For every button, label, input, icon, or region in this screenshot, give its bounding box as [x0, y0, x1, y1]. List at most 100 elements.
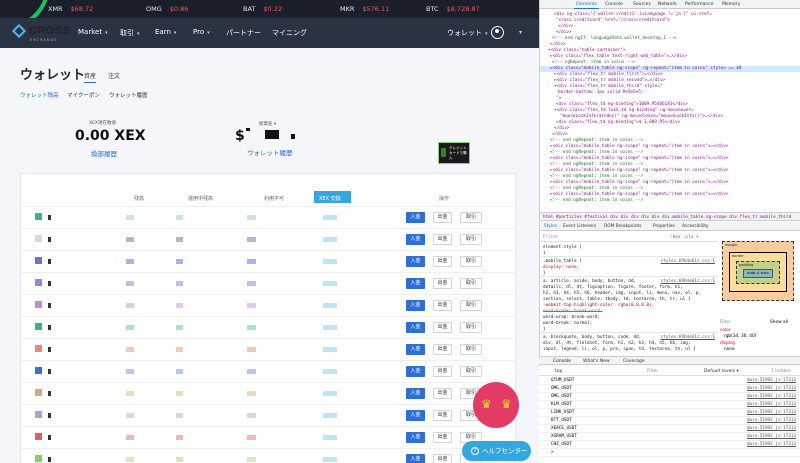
ticker-item[interactable]: BTC $8,728.87	[426, 5, 480, 13]
console-source-link[interactable]: main.51992.js:17313	[747, 418, 796, 424]
trade-button[interactable]: 取引	[460, 322, 482, 333]
tab-network[interactable]: Network	[658, 2, 677, 7]
withdraw-button[interactable]: 出金	[433, 454, 452, 463]
withdraw-button[interactable]: 出金	[433, 344, 452, 355]
deposit-button[interactable]: 入金	[406, 322, 425, 333]
ticker-item[interactable]: BAT $0.22	[243, 5, 282, 13]
deposit-button[interactable]: 入金	[406, 234, 425, 245]
stylesheet-source-link[interactable]: styles.69b4e61c.css:1	[661, 279, 715, 284]
festival-badge[interactable]: ♛ ♛	[473, 382, 526, 428]
buy-with-credit-card-button[interactable]: クレジットカードで購入	[438, 142, 470, 164]
style-rule-line[interactable]: a, blockquote, body, button, code, dd,	[543, 335, 641, 341]
style-rule-line[interactable]: section, select, table, tbody, td, texta…	[543, 297, 690, 303]
trade-button[interactable]: 取引	[460, 344, 482, 355]
console-source-link[interactable]: main.51992.js:17313	[747, 426, 796, 432]
trade-button[interactable]: 取引	[460, 366, 482, 377]
help-center-button[interactable]: ? ヘルプセンター	[462, 441, 531, 461]
xex-history-link[interactable]: 換部履歴	[91, 148, 117, 158]
wallet-menu[interactable]: ウォレット ▾	[447, 28, 488, 38]
trade-button[interactable]: 取引	[460, 300, 482, 311]
style-rule-line[interactable]: word-wrap: break-word;	[543, 315, 600, 321]
styles-filter[interactable]: Filter :hov .cls +	[540, 232, 718, 242]
dom-node-line[interactable]: <div class="flex_td ng-binding">$ 1,009.…	[556, 120, 680, 126]
style-rule-line[interactable]: word-break: normal;	[543, 321, 592, 327]
show-all-checkbox[interactable]: Show all	[770, 320, 788, 325]
tab-assets[interactable]: 資産	[84, 71, 97, 83]
withdraw-button[interactable]: 出金	[433, 388, 452, 399]
drawer-tab-console[interactable]: Console	[553, 359, 571, 364]
tab-sources[interactable]: Sources	[633, 2, 651, 7]
deposit-button[interactable]: 入金	[406, 454, 425, 463]
stylesheet-source-link[interactable]: styles.69b4e61c.css:1	[661, 259, 715, 264]
style-rule-line[interactable]: div, dl, dt, fieldset, form, h1, h2, h3,…	[543, 341, 690, 347]
withdraw-button[interactable]: 出金	[433, 432, 452, 443]
subnav-my-coupons[interactable]: マイクーポン	[67, 91, 100, 99]
withdraw-button[interactable]: 出金	[433, 366, 452, 377]
tab-performance[interactable]: Performance	[685, 2, 714, 7]
header-xex-exchange[interactable]: XEX 交換	[319, 195, 341, 202]
tab-accessibility[interactable]: Accessibility	[682, 224, 708, 229]
dom-node-line[interactable]: <!-- end ngRepeat: item in coins -->	[550, 198, 643, 204]
withdraw-button[interactable]: 出金	[433, 300, 452, 311]
withdraw-button[interactable]: 出金	[433, 212, 452, 223]
nav-item-market[interactable]: Market ▾	[78, 28, 108, 36]
tab-memory[interactable]: Memory	[722, 2, 740, 7]
deposit-button[interactable]: 入金	[406, 366, 425, 377]
style-rule-line[interactable]: -webkit-tap-highlight-color: rgba(0,0,0,…	[543, 303, 654, 309]
user-avatar-icon[interactable]	[491, 26, 504, 39]
style-rule-line[interactable]: .mobile_table {	[543, 259, 582, 265]
style-rule-line[interactable]: details, dl, dt, figcaption, figure, foo…	[543, 285, 683, 291]
console-source-link[interactable]: main.51992.js:17313	[747, 410, 796, 416]
withdraw-button[interactable]: 出金	[433, 410, 452, 421]
deposit-button[interactable]: 入金	[406, 300, 425, 311]
ticker-item[interactable]: XMR $68.72	[48, 5, 93, 13]
cross-logo[interactable]: CROSS EXCHANGE	[11, 23, 71, 42]
trade-button[interactable]: 取引	[460, 256, 482, 267]
stylesheet-source-link[interactable]: styles.69b4e61c.css:1	[661, 335, 715, 340]
withdraw-button[interactable]: 出金	[433, 234, 452, 245]
console-source-link[interactable]: main.51992.js:17313	[747, 378, 796, 384]
console-filter-input[interactable]: Filter	[647, 369, 658, 374]
trade-button[interactable]: 取引	[460, 212, 482, 223]
computed-filter[interactable]: Filter	[720, 320, 731, 325]
style-rule-line[interactable]: h2, h3, h4, h5, h6, header, img, input, …	[543, 291, 701, 297]
deposit-button[interactable]: 入金	[406, 388, 425, 399]
ticker-item[interactable]: MKR $576.11	[340, 5, 389, 13]
deposit-button[interactable]: 入金	[406, 212, 425, 223]
trade-button[interactable]: 取引	[460, 234, 482, 245]
nav-item-partner[interactable]: パートナー	[226, 28, 261, 38]
deposit-button[interactable]: 入金	[406, 410, 425, 421]
dom-breadcrumb[interactable]: html #particles #festival div div div di…	[540, 212, 800, 221]
console-source-link[interactable]: main.51992.js:17313	[747, 442, 796, 448]
tab-dom-breakpoints[interactable]: DOM Breakpoints	[604, 224, 641, 229]
chevron-down-icon[interactable]: ▾	[519, 29, 522, 36]
drawer-tab-whats-new[interactable]: What's New	[583, 359, 610, 364]
dom-node-line[interactable]: <!-- end ngIf: languageData.wallet_deskt…	[552, 36, 676, 42]
ticker-item[interactable]: OMG $0.86	[146, 5, 188, 13]
styles-filter-options[interactable]: :hov .cls +	[670, 235, 698, 240]
console-source-link[interactable]: main.51992.js:17313	[747, 386, 796, 392]
tab-elements[interactable]: Elements	[574, 2, 599, 9]
style-rule-line[interactable]: element.style {	[543, 245, 582, 251]
style-rule-line[interactable]: a, article, aside, body, button, dd,	[543, 279, 636, 285]
nav-item-earn[interactable]: Earn ▾	[155, 28, 176, 36]
style-rule-line[interactable]: display: none;	[543, 265, 579, 271]
console-source-link[interactable]: main.51992.js:17313	[747, 394, 796, 400]
deposit-button[interactable]: 入金	[406, 278, 425, 289]
drawer-tab-coverage[interactable]: Coverage	[623, 359, 645, 364]
console-levels-select[interactable]: Default levels ▾	[704, 369, 739, 374]
withdraw-button[interactable]: 出金	[433, 256, 452, 267]
withdraw-button[interactable]: 出金	[433, 278, 452, 289]
nav-item-pro[interactable]: Pro ▾	[193, 28, 210, 36]
nav-item-trade[interactable]: 取引 ▾	[120, 28, 140, 38]
total-assets-label[interactable]: 総資産 ▾	[259, 121, 276, 127]
tab-styles[interactable]: Styles	[544, 224, 557, 229]
tab-event-listeners[interactable]: Event Listeners	[563, 224, 596, 229]
nav-item-mining[interactable]: マイニング	[272, 28, 307, 38]
wallet-history-link[interactable]: ウォレット履歴	[247, 147, 293, 157]
deposit-button[interactable]: 入金	[406, 432, 425, 443]
withdraw-button[interactable]: 出金	[433, 322, 452, 333]
console-source-link[interactable]: main.51992.js:17313	[747, 434, 796, 440]
tab-console[interactable]: Console	[605, 2, 623, 7]
subnav-wallet-history[interactable]: ウォレット履歴	[109, 91, 148, 99]
